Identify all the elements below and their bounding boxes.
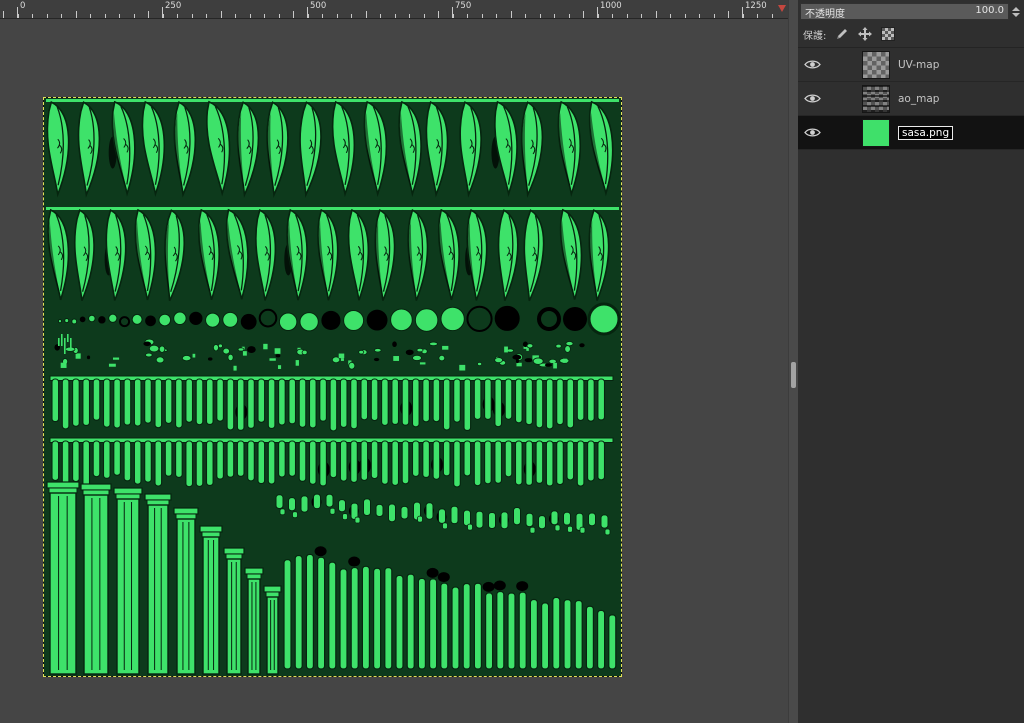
ruler-tick <box>47 14 48 18</box>
chain-link-cell[interactable] <box>826 48 862 81</box>
visibility-eye-icon[interactable] <box>798 93 826 104</box>
ruler-tick <box>728 11 729 18</box>
ruler-tick <box>351 14 352 18</box>
layer-name[interactable]: sasa.png <box>898 126 953 140</box>
ruler-tick <box>3 11 4 18</box>
ruler-tick-major <box>307 7 308 18</box>
protect-row: 保護: <box>798 22 1024 47</box>
ruler-tick <box>90 14 91 18</box>
layer-thumbnail[interactable] <box>862 51 890 79</box>
ruler-tick <box>685 14 686 18</box>
ruler-tick <box>569 14 570 18</box>
ruler-tick <box>409 14 410 18</box>
ruler-tick <box>772 14 773 18</box>
ruler-tick <box>192 14 193 18</box>
image-canvas[interactable] <box>43 97 622 677</box>
layer-name[interactable]: ao_map <box>898 93 939 105</box>
layer-row[interactable]: ao_map <box>798 82 1024 116</box>
ruler-tick-label: 750 <box>455 1 471 11</box>
opacity-value: 100.0 <box>975 5 1004 16</box>
layers-panel: 不透明度 100.0 保護: <box>798 0 1024 723</box>
ruler-tick <box>641 14 642 18</box>
visibility-eye-icon[interactable] <box>798 127 826 138</box>
opacity-spinner[interactable] <box>1010 4 1022 19</box>
texture-image <box>44 98 621 676</box>
ruler-tick-major <box>17 7 18 18</box>
lock-alpha-icon[interactable] <box>880 27 895 42</box>
ruler-tick <box>540 14 541 18</box>
ruler-tick <box>627 14 628 18</box>
ruler-tick <box>322 14 323 18</box>
ruler-tick <box>76 11 77 18</box>
ruler-tick-label: 500 <box>310 1 326 11</box>
ruler-tick <box>32 14 33 18</box>
ruler-tick <box>583 11 584 18</box>
ruler-tick <box>395 14 396 18</box>
horizontal-ruler[interactable]: 0 250 500 750 1000 1250 <box>0 0 776 19</box>
layers-list: UV-map ao_map sasa.png <box>798 47 1024 150</box>
opacity-label: 不透明度 <box>805 5 845 20</box>
ruler-tick <box>279 14 280 18</box>
spinner-up-icon[interactable] <box>1012 7 1020 11</box>
ruler-tick <box>337 14 338 18</box>
ruler-tick <box>264 14 265 18</box>
ruler-tick <box>134 14 135 18</box>
visibility-eye-icon[interactable] <box>798 59 826 70</box>
ruler-tick <box>757 14 758 18</box>
ruler-tick <box>511 11 512 18</box>
ruler-tick <box>699 14 700 18</box>
ruler-end-icon <box>778 5 786 12</box>
pencil-icon <box>835 27 849 41</box>
opacity-slider[interactable]: 不透明度 100.0 <box>800 3 1009 20</box>
ruler-tick <box>612 14 613 18</box>
ruler-tick <box>714 14 715 18</box>
ruler-tick <box>250 14 251 18</box>
ruler-tick <box>380 14 381 18</box>
ruler-tick <box>119 14 120 18</box>
ruler-tick-major <box>162 7 163 18</box>
ruler-tick <box>482 14 483 18</box>
ruler-tick <box>424 14 425 18</box>
ruler-tick-label: 0 <box>20 1 25 11</box>
layer-thumbnail[interactable] <box>862 119 890 147</box>
ruler-tick <box>366 11 367 18</box>
ruler-tick <box>554 14 555 18</box>
ruler-tick-label: 250 <box>165 1 181 11</box>
ruler-tick-major <box>597 7 598 18</box>
ruler-tick <box>221 11 222 18</box>
chain-link-cell[interactable] <box>826 82 862 115</box>
ruler-tick <box>293 11 294 18</box>
ruler-tick <box>105 14 106 18</box>
ruler-tick-major <box>742 7 743 18</box>
lock-pixels-icon[interactable] <box>834 27 849 42</box>
layer-row[interactable]: UV-map <box>798 48 1024 82</box>
ruler-tick <box>438 11 439 18</box>
ruler-tick <box>61 14 62 18</box>
ruler-tick-major <box>452 7 453 18</box>
ruler-tick <box>496 14 497 18</box>
ruler-tick <box>525 14 526 18</box>
layer-row[interactable]: sasa.png <box>798 116 1024 150</box>
opacity-row: 不透明度 100.0 <box>798 0 1024 22</box>
layer-name[interactable]: UV-map <box>898 59 939 71</box>
ruler-tick <box>656 11 657 18</box>
protect-label: 保護: <box>803 27 826 42</box>
canvas-area[interactable]: 0 250 500 750 1000 1250 <box>0 0 788 723</box>
spinner-down-icon[interactable] <box>1012 13 1020 17</box>
ruler-tick <box>235 14 236 18</box>
splitter-handle[interactable] <box>791 362 796 388</box>
ruler-tick-label: 1250 <box>745 1 767 11</box>
lock-position-icon[interactable] <box>857 27 872 42</box>
ruler-tick <box>206 14 207 18</box>
checkerboard-icon <box>881 27 895 41</box>
ruler-tick <box>177 14 178 18</box>
chain-link-cell[interactable] <box>826 116 862 149</box>
ruler-end-button[interactable] <box>776 0 788 19</box>
ruler-tick <box>467 14 468 18</box>
ruler-tick <box>670 14 671 18</box>
ruler-tick <box>148 11 149 18</box>
ruler-tick-label: 1000 <box>600 1 622 11</box>
layer-thumbnail[interactable] <box>862 85 890 113</box>
move-icon <box>858 27 872 41</box>
